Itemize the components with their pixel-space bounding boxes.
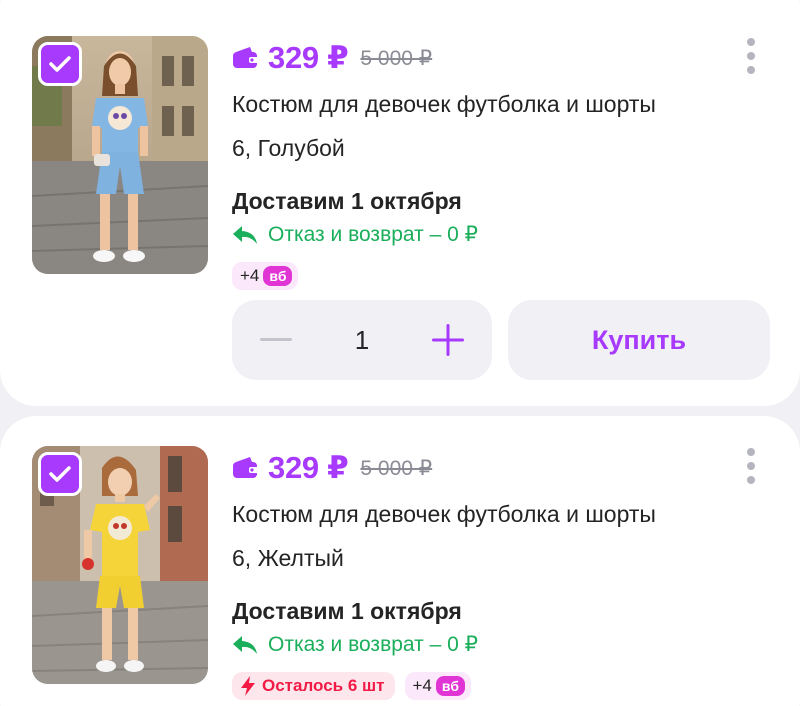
product-title-line-1: Костюм для девочек футболка и шорты [232, 501, 656, 527]
quantity-value[interactable]: 1 [355, 325, 369, 356]
product-image[interactable] [32, 446, 208, 684]
tags-row: +4 вб [232, 262, 760, 290]
stock-text: Осталось 6 шт [262, 676, 385, 695]
product-title[interactable]: Костюм для девочек футболка и шорты 6, Ж… [232, 492, 760, 580]
product-card-1: 329 ₽ 5 000 ₽ Костюм для девочек футболк… [0, 0, 800, 406]
tags-row: Осталось 6 шт +4 вб [232, 672, 760, 700]
return-arrow-icon [232, 224, 258, 246]
delivery-date: Доставим 1 октября [232, 188, 462, 214]
refund-info: Отказ и возврат – 0 ₽ [232, 220, 760, 250]
buy-button[interactable]: Купить [508, 300, 770, 380]
more-vertical-icon[interactable] [744, 38, 758, 74]
lightning-icon [240, 676, 256, 696]
plus-icon[interactable] [428, 320, 468, 360]
return-arrow-icon [232, 634, 258, 656]
product-info: 329 ₽ 5 000 ₽ Костюм для девочек футболк… [232, 446, 760, 700]
product-info: 329 ₽ 5 000 ₽ Костюм для девочек футболк… [232, 36, 760, 290]
price-row: 329 ₽ 5 000 ₽ [232, 446, 760, 490]
wb-badge: вб [263, 266, 293, 286]
stock-badge: Осталось 6 шт [232, 672, 395, 700]
product-title[interactable]: Костюм для девочек футболка и шорты 6, Г… [232, 82, 760, 170]
product-title-line-1: Костюм для девочек футболка и шорты [232, 91, 656, 117]
delivery-date: Доставим 1 октября [232, 598, 462, 624]
refund-text: Отказ и возврат – 0 ₽ [268, 633, 478, 656]
wallet-icon [232, 456, 260, 480]
refund-text: Отказ и возврат – 0 ₽ [268, 223, 478, 246]
checkbox-checked-icon[interactable] [38, 452, 82, 496]
quantity-stepper: 1 [232, 300, 492, 380]
refund-info: Отказ и возврат – 0 ₽ [232, 630, 760, 660]
bonus-value: +4 [240, 266, 260, 285]
wb-badge: вб [435, 676, 465, 696]
price: 329 ₽ [268, 40, 349, 75]
price-row: 329 ₽ 5 000 ₽ [232, 36, 760, 80]
product-card-2: 329 ₽ 5 000 ₽ Костюм для девочек футболк… [0, 416, 800, 706]
old-price: 5 000 ₽ [360, 456, 433, 480]
wallet-icon [232, 46, 260, 70]
price: 329 ₽ [268, 450, 349, 485]
bonus-badge[interactable]: +4 вб [404, 672, 471, 700]
checkbox-checked-icon[interactable] [38, 42, 82, 86]
more-vertical-icon[interactable] [744, 448, 758, 484]
product-image[interactable] [32, 36, 208, 274]
product-title-line-2: 6, Голубой [232, 135, 345, 161]
product-title-line-2: 6, Желтый [232, 545, 344, 571]
bonus-badge[interactable]: +4 вб [232, 262, 299, 290]
minus-icon[interactable] [256, 320, 296, 360]
bonus-value: +4 [412, 676, 432, 695]
old-price: 5 000 ₽ [360, 46, 433, 70]
